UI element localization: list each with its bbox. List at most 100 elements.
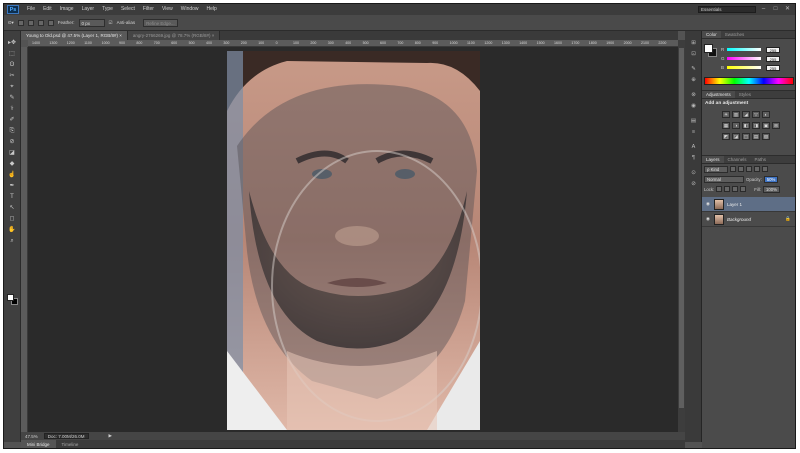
healing-tool-icon[interactable]: ⚕ xyxy=(7,105,17,114)
filter-adjustment-icon[interactable] xyxy=(738,166,744,172)
actions-panel-icon[interactable]: ⊗ xyxy=(689,91,698,99)
tab-paths[interactable]: Paths xyxy=(751,156,771,163)
green-value[interactable]: 255 xyxy=(766,55,780,62)
brush-tool-icon[interactable]: ✎ xyxy=(7,94,17,103)
hue-saturation-icon[interactable]: ▦ xyxy=(722,122,730,129)
clone-stamp-icon[interactable]: ⎘ xyxy=(7,127,17,136)
color-spectrum[interactable] xyxy=(704,77,794,85)
document-tab-active[interactable]: Young to Old.psd @ 47.5% (Layer 1, RGB/8… xyxy=(21,31,128,40)
status-menu-icon[interactable]: ▶ xyxy=(109,433,112,439)
blur-tool-icon[interactable]: ◆ xyxy=(7,160,17,169)
brightness-adjustment-icon[interactable]: ☀ xyxy=(722,111,730,118)
menu-view[interactable]: View xyxy=(158,4,177,15)
channel-mixer-icon[interactable]: ▣ xyxy=(762,122,770,129)
layer-row-layer-1[interactable]: ◉ Layer 1 xyxy=(702,197,795,212)
posterize-adjustment-icon[interactable]: ◪ xyxy=(732,133,740,140)
tab-swatches[interactable]: Swatches xyxy=(721,31,749,38)
filter-type-icon[interactable] xyxy=(746,166,752,172)
minimize-button[interactable]: – xyxy=(759,6,768,13)
black-white-icon[interactable]: ◧ xyxy=(742,122,750,129)
hand-tool-icon[interactable]: ✋ xyxy=(7,226,17,235)
shape-tool-icon[interactable]: ◻ xyxy=(7,215,17,224)
tab-mini-bridge[interactable]: Mini Bridge xyxy=(21,440,56,448)
eraser-tool-icon[interactable]: ⊘ xyxy=(7,138,17,147)
histogram-panel-icon[interactable]: ≡ xyxy=(689,128,698,136)
threshold-adjustment-icon[interactable]: ◫ xyxy=(742,133,750,140)
levels-adjustment-icon[interactable]: ▥ xyxy=(732,111,740,118)
opacity-input[interactable]: 50% xyxy=(763,175,779,183)
visibility-eye-icon[interactable]: ◉ xyxy=(706,216,711,222)
menu-type[interactable]: Type xyxy=(98,4,117,15)
brush-panel-icon[interactable]: ✎ xyxy=(689,65,698,73)
navigator-panel-icon[interactable]: ▤ xyxy=(689,117,698,125)
tab-color[interactable]: Color xyxy=(702,31,721,38)
invert-adjustment-icon[interactable]: ◩ xyxy=(722,133,730,140)
scrollbar-thumb[interactable] xyxy=(679,48,684,408)
menu-file[interactable]: File xyxy=(23,4,39,15)
vertical-scrollbar[interactable] xyxy=(678,40,685,432)
type-tool-icon[interactable]: T xyxy=(7,193,17,202)
crop-tool-icon[interactable]: ✂ xyxy=(7,72,17,81)
filter-smart-icon[interactable] xyxy=(762,166,768,172)
tool-presets-icon[interactable]: ⊙ xyxy=(689,169,698,177)
exposure-adjustment-icon[interactable]: ▽ xyxy=(752,111,760,118)
lasso-tool-preset-icon[interactable]: ʘ▾ xyxy=(8,20,14,26)
red-value[interactable]: 255 xyxy=(766,46,780,53)
zoom-tool-icon[interactable]: ⌕ xyxy=(7,237,17,246)
menu-select[interactable]: Select xyxy=(117,4,139,15)
layer-name[interactable]: Background xyxy=(727,217,751,222)
vibrance-adjustment-icon[interactable]: ◐ xyxy=(762,111,770,118)
tab-layers[interactable]: Layers xyxy=(702,156,724,163)
foreground-color-swatch[interactable] xyxy=(7,294,14,301)
layer-kind-filter[interactable]: ρ Kind xyxy=(704,165,728,173)
gradient-tool-icon[interactable]: ◪ xyxy=(7,149,17,158)
close-button[interactable]: ✕ xyxy=(783,6,792,13)
clone-source-icon[interactable]: ⊕ xyxy=(689,76,698,84)
document-image[interactable] xyxy=(227,51,480,430)
blend-mode-select[interactable]: Normal xyxy=(704,175,744,183)
feather-input[interactable]: 0 px xyxy=(78,18,105,27)
green-slider[interactable] xyxy=(727,57,761,60)
filter-shape-icon[interactable] xyxy=(754,166,760,172)
character-panel-icon[interactable]: A xyxy=(689,143,698,151)
menu-help[interactable]: Help xyxy=(203,4,221,15)
lock-transparent-icon[interactable] xyxy=(716,186,723,192)
menu-layer[interactable]: Layer xyxy=(78,4,99,15)
subtract-selection-icon[interactable] xyxy=(37,19,44,26)
lasso-tool-icon[interactable]: ʘ xyxy=(7,61,17,70)
new-selection-icon[interactable] xyxy=(17,19,24,26)
history-brush-icon[interactable]: ✐ xyxy=(7,116,17,125)
curves-adjustment-icon[interactable]: ◢ xyxy=(742,111,750,118)
lock-pixels-icon[interactable] xyxy=(724,186,731,192)
paragraph-panel-icon[interactable]: ¶ xyxy=(689,154,698,162)
layer-name[interactable]: Layer 1 xyxy=(727,202,742,207)
tab-adjustments[interactable]: Adjustments xyxy=(702,91,735,98)
path-selection-icon[interactable]: ↖ xyxy=(7,204,17,213)
info-panel-icon[interactable]: ◉ xyxy=(689,102,698,110)
blue-slider[interactable] xyxy=(727,66,761,69)
tab-timeline[interactable]: Timeline xyxy=(56,440,85,448)
selective-color-icon[interactable]: ▧ xyxy=(762,133,770,140)
layer-comps-icon[interactable]: ⊘ xyxy=(689,180,698,188)
workspace-select[interactable]: Essentials xyxy=(698,6,756,13)
antialias-checkbox-icon[interactable]: ☑ xyxy=(109,20,113,26)
blue-value[interactable]: 255 xyxy=(766,64,780,71)
dodge-tool-icon[interactable]: ☝ xyxy=(7,171,17,180)
color-balance-icon[interactable]: ◑ xyxy=(732,122,740,129)
menu-image[interactable]: Image xyxy=(56,4,78,15)
refine-edge-button[interactable]: Refine Edge... xyxy=(143,18,178,27)
photo-filter-icon[interactable]: ◨ xyxy=(752,122,760,129)
lock-position-icon[interactable] xyxy=(732,186,739,192)
move-tool-icon[interactable]: ▸✥ xyxy=(7,39,17,48)
zoom-level[interactable]: 47.5% xyxy=(25,434,38,439)
pen-tool-icon[interactable]: ✒ xyxy=(7,182,17,191)
gradient-map-icon[interactable]: ▤ xyxy=(752,133,760,140)
filter-pixel-icon[interactable] xyxy=(730,166,736,172)
menu-window[interactable]: Window xyxy=(177,4,203,15)
tab-styles[interactable]: Styles xyxy=(735,91,755,98)
panel-foreground-color[interactable] xyxy=(704,44,713,53)
maximize-button[interactable]: □ xyxy=(771,6,780,13)
layer-row-background[interactable]: ◉ Background 🔒 xyxy=(702,212,795,227)
lock-all-icon[interactable] xyxy=(740,186,747,192)
document-tab-inactive[interactable]: angry-2766269.jpg @ 78.7% (RGB/8#) × xyxy=(127,31,221,40)
